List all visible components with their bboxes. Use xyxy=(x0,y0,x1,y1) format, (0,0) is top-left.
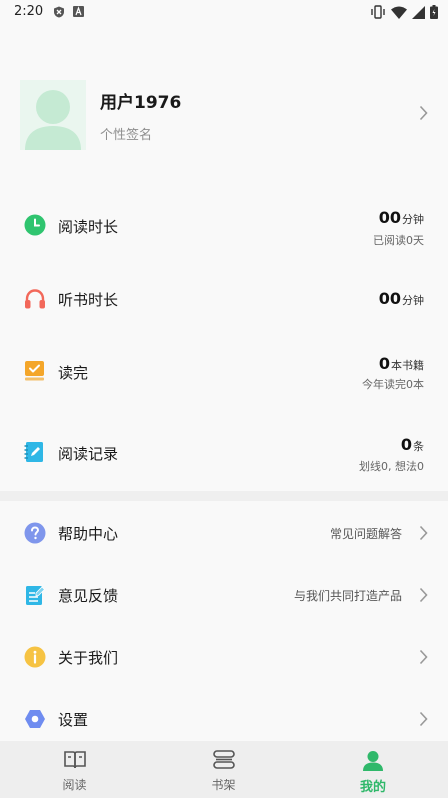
chevron-right-icon xyxy=(419,649,428,665)
shield-notification-icon xyxy=(54,6,64,18)
signature[interactable]: 个性签名 xyxy=(100,124,152,143)
menu-label: 关于我们 xyxy=(58,649,119,667)
stat-subtext: 今年读完0本 xyxy=(362,378,424,391)
stat-label: 听书时长 xyxy=(58,291,119,309)
signal-icon xyxy=(412,5,425,19)
font-notification-icon xyxy=(73,6,84,17)
nav-tab-me[interactable]: 我的 xyxy=(298,741,448,798)
menu-hint: 常见问题解答 xyxy=(329,527,402,541)
nav-label: 书架 xyxy=(211,778,236,792)
chevron-right-icon xyxy=(419,711,428,727)
stat-reading-record[interactable]: 阅读记录 0条 划线0, 想法0 xyxy=(0,422,448,482)
chevron-right-icon xyxy=(419,587,428,603)
settings-icon xyxy=(25,710,45,728)
username: 用户1976 xyxy=(100,93,182,113)
stat-label: 阅读时长 xyxy=(58,218,119,236)
headphones-icon xyxy=(25,289,45,309)
menu-label: 设置 xyxy=(58,711,89,729)
open-book-icon xyxy=(63,751,86,769)
wifi-icon xyxy=(391,6,407,19)
default-avatar-icon xyxy=(25,90,81,150)
stat-value: 0条 xyxy=(400,435,424,454)
stat-value: 00分钟 xyxy=(378,289,424,308)
menu-settings[interactable]: 设置 xyxy=(0,699,448,739)
status-bar: 2:20 xyxy=(0,0,448,26)
nav-label: 我的 xyxy=(359,780,386,795)
profile-card[interactable]: 用户1976 个性签名 xyxy=(0,72,448,158)
menu-feedback[interactable]: 意见反馈 与我们共同打造产品 xyxy=(0,575,448,615)
notebook-pen-icon xyxy=(24,442,43,462)
help-icon xyxy=(24,522,46,544)
system-icons xyxy=(370,5,438,19)
battery-icon xyxy=(430,5,438,19)
feedback-icon xyxy=(26,586,46,605)
menu-hint: 与我们共同打造产品 xyxy=(293,589,402,603)
stat-listening-time[interactable]: 听书时长 00分钟 xyxy=(0,268,448,328)
status-time: 2:20 xyxy=(14,4,44,19)
nav-label: 阅读 xyxy=(62,778,87,792)
vibrate-icon xyxy=(371,5,385,19)
nav-tab-bookshelf[interactable]: 书架 xyxy=(149,741,298,798)
avatar[interactable] xyxy=(20,80,86,150)
menu-about-us[interactable]: 关于我们 xyxy=(0,637,448,677)
clock-icon xyxy=(24,214,46,236)
menu-label: 帮助中心 xyxy=(58,525,119,543)
stat-subtext: 已阅读0天 xyxy=(373,234,424,247)
menu-help-center[interactable]: 帮助中心 常见问题解答 xyxy=(0,513,448,553)
notification-icons xyxy=(53,6,84,18)
stat-value: 0本书籍 xyxy=(378,354,424,373)
stat-finished-books[interactable]: 读完 0本书籍 今年读完0本 xyxy=(0,342,448,402)
stat-label: 读完 xyxy=(58,364,89,382)
person-icon xyxy=(363,751,383,771)
chevron-right-icon xyxy=(419,525,428,541)
bookshelf-icon xyxy=(212,750,235,769)
stat-label: 阅读记录 xyxy=(58,445,119,463)
info-icon xyxy=(24,646,46,668)
nav-tab-reading[interactable]: 阅读 xyxy=(0,741,149,798)
book-check-icon xyxy=(25,361,44,381)
menu-label: 意见反馈 xyxy=(58,587,119,605)
section-divider xyxy=(0,491,448,501)
bottom-nav: 阅读 书架 我的 xyxy=(0,741,448,798)
stat-value: 00分钟 xyxy=(378,208,424,227)
stat-subtext: 划线0, 想法0 xyxy=(359,460,424,473)
chevron-right-icon xyxy=(419,105,428,121)
stat-reading-time[interactable]: 阅读时长 00分钟 已阅读0天 xyxy=(0,196,448,256)
